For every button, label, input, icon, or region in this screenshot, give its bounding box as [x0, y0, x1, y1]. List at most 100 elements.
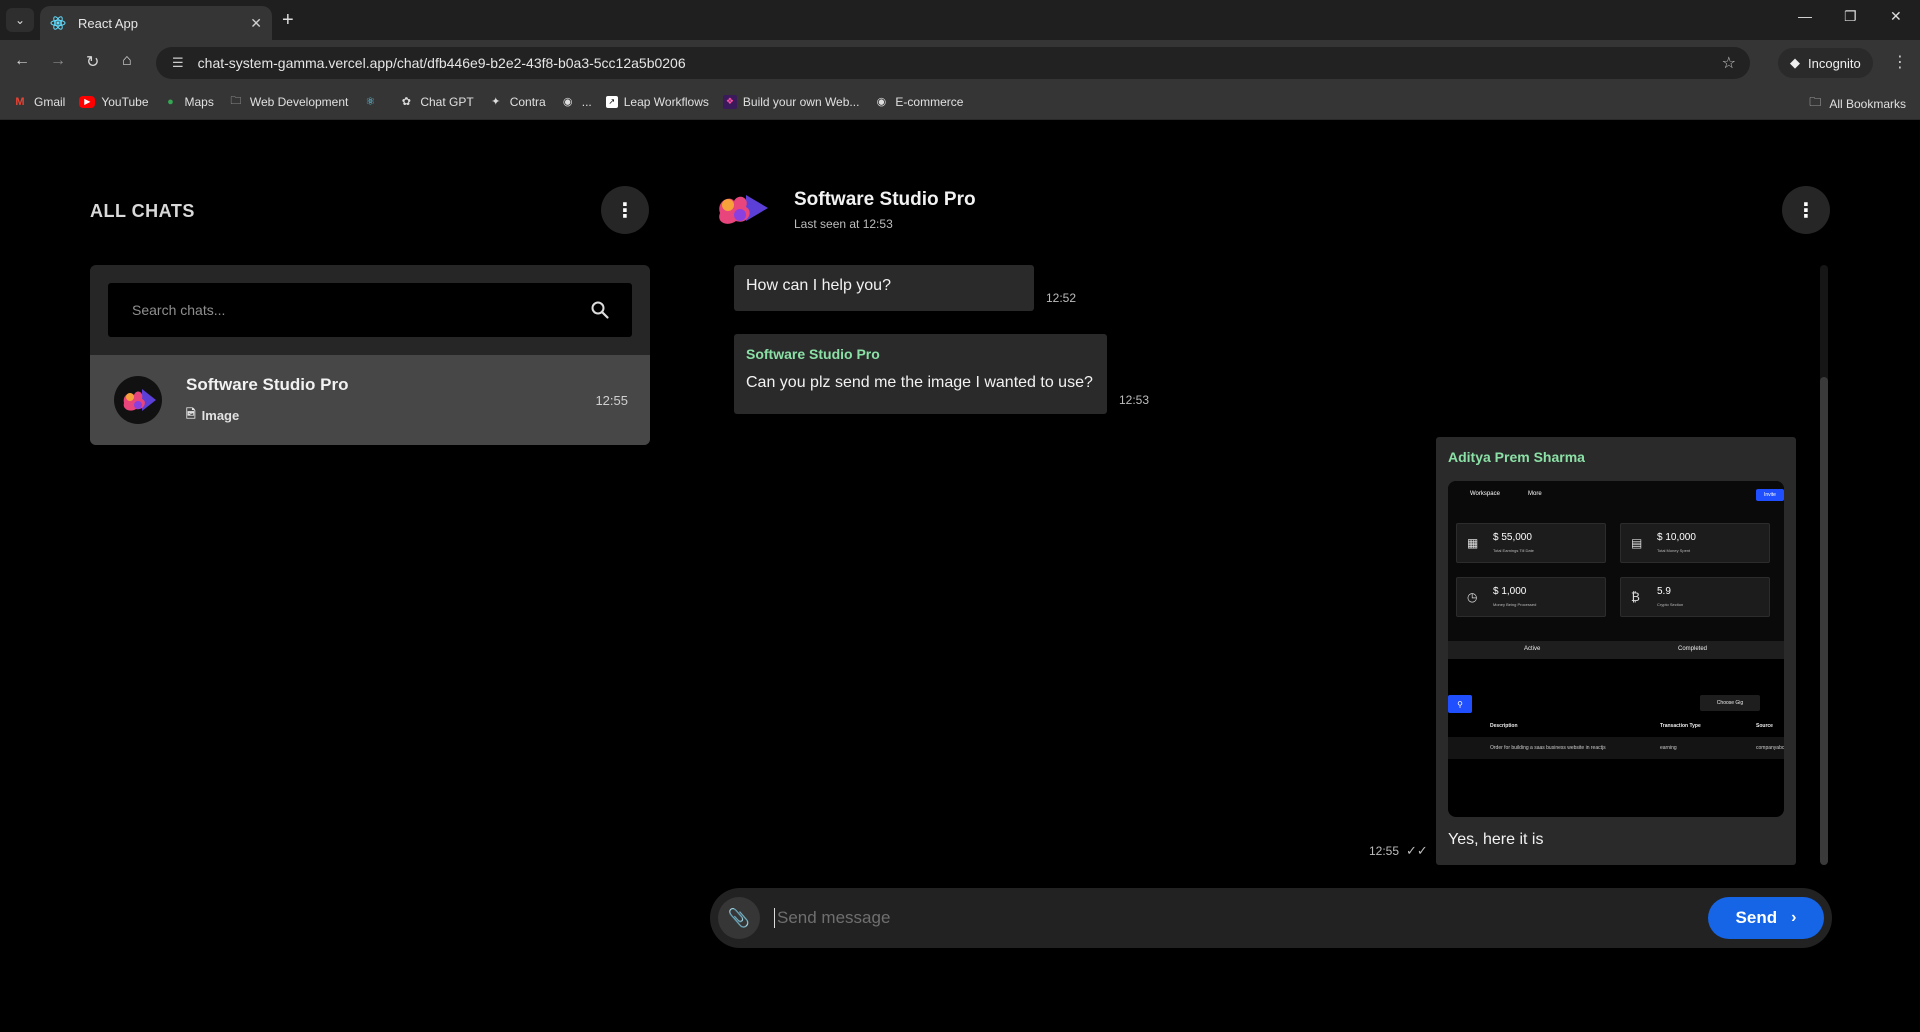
browser-toolbar: ← → ↻ ⌂ ☰ chat-system-gamma.vercel.app/c…: [0, 40, 1920, 84]
home-icon[interactable]: ⌂: [122, 52, 132, 70]
chevron-right-icon: ›: [1791, 909, 1797, 926]
react-icon: ⚛: [365, 96, 376, 108]
search-input[interactable]: [132, 302, 590, 318]
search-icon: ⚲: [1448, 695, 1472, 713]
image-stat-card: ▦ $ 55,000 Total Earnings Till Date: [1456, 523, 1606, 563]
message-text: Can you plz send me the image I wanted t…: [746, 374, 1093, 391]
image-stat-card: ◷ $ 1,000 Money Being Processed: [1456, 577, 1606, 617]
image-table-cell: Order for building a saas business websi…: [1490, 745, 1606, 751]
send-label: Send: [1735, 908, 1778, 927]
reload-icon[interactable]: ↻: [86, 52, 99, 72]
image-tab: Active: [1524, 646, 1541, 652]
message-time: 12:53: [1119, 393, 1150, 407]
studio-logo-icon: [123, 389, 156, 411]
image-nav-item: Workspace: [1470, 491, 1500, 497]
image-invite-button: Invite: [1756, 489, 1784, 501]
youtube-icon: ▶: [79, 95, 96, 108]
message-bubble: How can I help you?: [734, 265, 1034, 311]
build-icon: ❖: [722, 94, 737, 109]
bookmark-youtube[interactable]: ▶ YouTube: [79, 95, 149, 109]
image-stat-card: ▤ $ 10,000 Total Money Spent: [1620, 523, 1770, 563]
image-nav-item: More: [1528, 491, 1542, 497]
sidebar-title: ALL CHATS: [90, 201, 195, 221]
double-check-icon: ✓✓: [1406, 843, 1428, 858]
back-icon[interactable]: ←: [14, 52, 30, 70]
chatgpt-icon: ✿: [401, 96, 411, 108]
clock-icon: ◷: [1467, 590, 1478, 604]
last-seen: Last seen at 12:53: [794, 217, 893, 231]
message-time: 12:52: [1046, 291, 1077, 305]
bookmarks-bar: M Gmail ▶ YouTube ● Maps 🗀 Web Development ⚛…: [0, 84, 1920, 120]
image-table-header: Source: [1756, 723, 1773, 729]
bitcoin-icon: ₿: [1631, 590, 1640, 604]
bookmark-ecommerce[interactable]: ◉ E-commerce: [873, 94, 964, 110]
bookmark-maps[interactable]: ● Maps: [163, 94, 214, 110]
chart-icon: ▦: [1467, 536, 1479, 550]
bookmark-web-development[interactable]: 🗀 Web Development: [228, 94, 348, 110]
bookmark-gmail[interactable]: M Gmail: [12, 94, 65, 110]
url-text[interactable]: chat-system-gamma.vercel.app/chat/dfb446…: [198, 55, 1722, 71]
chat-header-name: Software Studio Pro: [794, 189, 976, 210]
more-vertical-icon: ⋮: [1796, 199, 1816, 222]
close-window-icon[interactable]: ✕: [1890, 8, 1902, 25]
maps-icon: ●: [167, 95, 174, 108]
image-table-header: Description: [1490, 723, 1518, 729]
message-bubble: Aditya Prem Sharma Workspace More Invite…: [1436, 437, 1796, 865]
image-stat-card: ₿ 5.9 Crypto Section: [1620, 577, 1770, 617]
address-bar[interactable]: ☰ chat-system-gamma.vercel.app/chat/dfb4…: [156, 47, 1750, 79]
studio-logo-icon: [719, 195, 768, 224]
search-box: [108, 283, 632, 337]
message-time: 12:55: [1369, 844, 1400, 858]
send-button[interactable]: Send ›: [1708, 897, 1824, 939]
folder-icon: 🗀: [1809, 95, 1822, 109]
tab-search-button[interactable]: ⌄: [6, 8, 34, 32]
chat-menu-button[interactable]: ⋮: [1782, 186, 1830, 234]
bookmark-star-icon[interactable]: ☆: [1722, 53, 1736, 73]
minimize-icon[interactable]: —: [1798, 8, 1812, 24]
sidebar-menu-button[interactable]: ⋮: [601, 186, 649, 234]
browser-tabstrip: ⌄ React App ✕ + — ❐ ✕: [0, 0, 1920, 40]
message-text: Yes, here it is: [1448, 831, 1544, 848]
messages-scrollbar-thumb[interactable]: [1820, 377, 1828, 865]
wallet-icon: ▤: [1631, 536, 1643, 550]
bookmark-react[interactable]: ⚛: [362, 94, 384, 110]
image-icon: 🖻: [186, 406, 196, 421]
all-bookmarks[interactable]: 🗀 All Bookmarks: [1809, 93, 1906, 114]
incognito-badge[interactable]: ◆ Incognito: [1778, 48, 1873, 78]
bookmark-chatgpt[interactable]: ✿ Chat GPT: [398, 94, 474, 110]
message-input[interactable]: [774, 908, 1708, 928]
react-icon: [50, 16, 66, 30]
chat-list-panel: Software Studio Pro 🖻 Image 12:55: [90, 265, 650, 445]
contra-icon: ✦: [491, 96, 501, 108]
bookmark-leap-workflows[interactable]: ↗ Leap Workflows: [605, 95, 709, 109]
chat-preview: Image: [201, 407, 240, 423]
site-info-icon[interactable]: ☰: [172, 55, 184, 71]
globe-icon: ◉: [562, 96, 573, 108]
attached-image[interactable]: Workspace More Invite ▦ $ 55,000 Total Ear…: [1448, 481, 1784, 817]
more-vertical-icon: ⋮: [615, 199, 635, 222]
browser-tab[interactable]: React App ✕: [40, 6, 272, 40]
image-table-header: Transaction Type: [1660, 723, 1701, 729]
search-icon[interactable]: [590, 300, 610, 320]
new-tab-button[interactable]: +: [282, 9, 294, 32]
bookmark-globe[interactable]: ◉...: [560, 94, 592, 110]
chat-list-item[interactable]: Software Studio Pro 🖻 Image 12:55: [90, 355, 650, 445]
image-tab: Completed: [1678, 646, 1708, 652]
leap-icon: ↗: [605, 95, 618, 108]
image-table-cell: companyabc: [1756, 745, 1784, 751]
close-icon[interactable]: ✕: [250, 15, 262, 32]
forward-icon[interactable]: →: [50, 52, 66, 70]
restore-icon[interactable]: ❐: [1844, 8, 1857, 25]
attach-button[interactable]: 📎: [718, 897, 760, 939]
paperclip-icon: 📎: [727, 907, 751, 928]
bookmark-contra[interactable]: ✦ Contra: [488, 94, 546, 110]
chat-app: ALL CHATS ⋮ Software Studio Pro 🖻 Image: [0, 121, 1920, 1032]
avatar: [114, 376, 162, 424]
tab-title: React App: [78, 15, 138, 31]
bookmark-build-web[interactable]: ❖ Build your own Web...: [722, 94, 859, 109]
gmail-icon: M: [15, 95, 25, 108]
message-sender: Software Studio Pro: [746, 346, 880, 362]
browser-menu-icon[interactable]: ⋮: [1892, 52, 1908, 72]
message-composer: 📎 Send ›: [710, 888, 1832, 948]
ecommerce-icon: ◉: [876, 96, 887, 108]
